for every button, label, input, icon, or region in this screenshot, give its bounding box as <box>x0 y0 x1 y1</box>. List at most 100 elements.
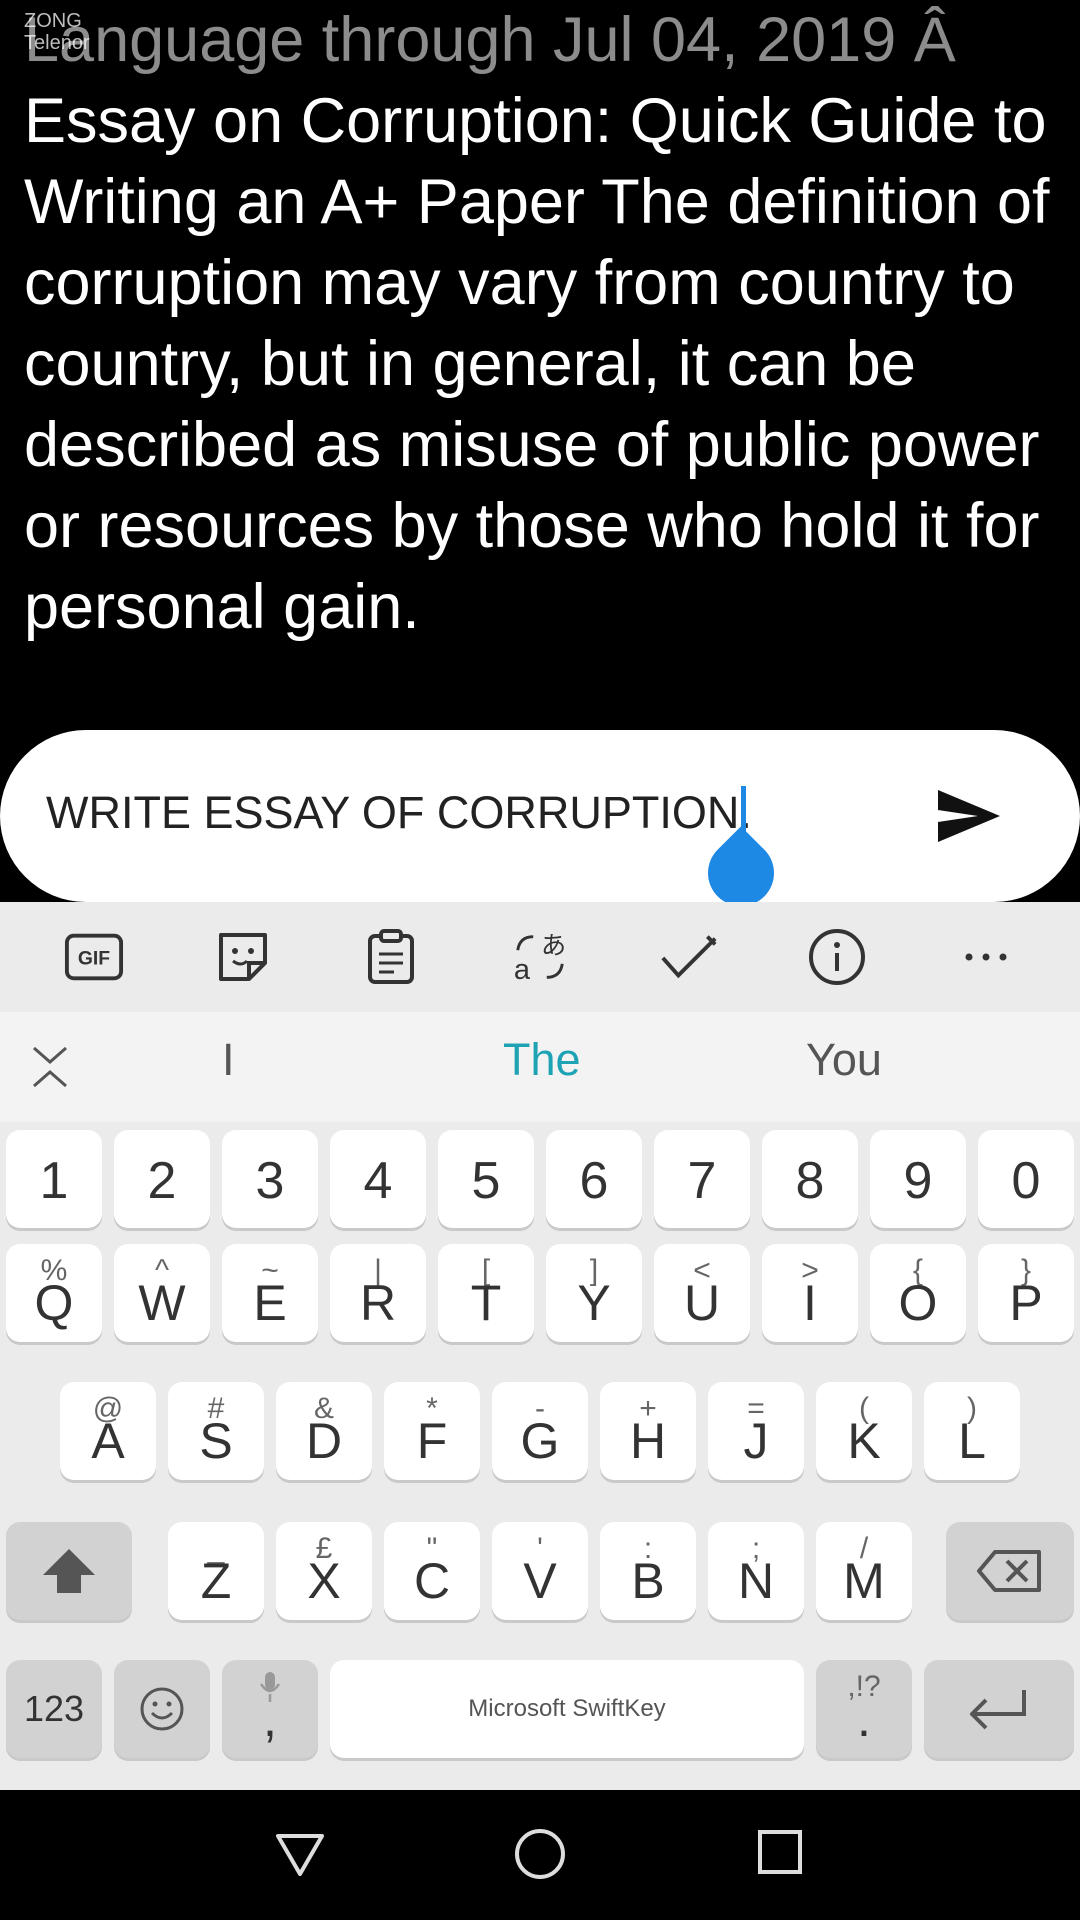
key-8[interactable]: 8 <box>762 1130 858 1228</box>
key-3[interactable]: 3 <box>222 1130 318 1228</box>
home-icon[interactable] <box>512 1826 568 1882</box>
key-label: 4 <box>363 1152 393 1210</box>
key-q[interactable]: % Q <box>6 1244 102 1342</box>
key-5[interactable]: 5 <box>438 1130 534 1228</box>
key-g[interactable]: -G <box>492 1382 588 1480</box>
key-label: L <box>958 1413 986 1469</box>
emoji-key[interactable] <box>114 1660 210 1758</box>
key-i[interactable]: > I <box>762 1244 858 1342</box>
key-c[interactable]: " C <box>384 1522 480 1620</box>
key-r[interactable]: | R <box>330 1244 426 1342</box>
key-n[interactable]: ; N <box>708 1522 804 1620</box>
key-l[interactable]: ) L <box>924 1382 1020 1480</box>
key-label: T <box>470 1275 502 1331</box>
key-2[interactable]: 2 <box>114 1130 210 1228</box>
key-label: 8 <box>795 1152 825 1210</box>
key-label: G <box>520 1413 560 1469</box>
key-label: 9 <box>903 1152 933 1210</box>
gif-icon: GIF <box>65 933 124 981</box>
sticker-button[interactable] <box>213 927 273 987</box>
back-icon[interactable] <box>272 1830 328 1880</box>
suggestion-3[interactable]: You <box>806 1034 882 1086</box>
key-label: C <box>413 1553 451 1609</box>
key-label: K <box>847 1413 881 1469</box>
key-label: 5 <box>471 1152 501 1210</box>
message-input-bubble[interactable]: WRITE ESSAY OF CORRUPTION. <box>0 730 1080 902</box>
keyboard-toolbar: GIF a あ <box>0 902 1080 1012</box>
key-label: A <box>91 1413 125 1469</box>
key-9[interactable]: 9 <box>870 1130 966 1228</box>
clipboard-button[interactable] <box>361 927 421 987</box>
response-text-body: Essay on Corruption: Quick Guide to Writ… <box>24 86 1050 642</box>
enter-key[interactable] <box>924 1660 1074 1758</box>
recents-icon[interactable] <box>756 1828 804 1876</box>
tasks-button[interactable] <box>659 927 719 987</box>
svg-text:a: a <box>514 954 531 986</box>
key-m[interactable]: / M <box>816 1522 912 1620</box>
checkmark-pen-icon <box>660 935 717 979</box>
key-label: R <box>359 1275 397 1331</box>
suggestion-1[interactable]: I <box>222 1034 235 1086</box>
info-icon <box>809 929 866 985</box>
key-6[interactable]: 6 <box>546 1130 642 1228</box>
key-label: X <box>307 1553 341 1609</box>
key-p[interactable]: } P <box>978 1244 1074 1342</box>
suggestion-2[interactable]: The <box>503 1034 581 1086</box>
key-t[interactable]: [T <box>438 1244 534 1342</box>
key-x[interactable]: £ X <box>276 1522 372 1620</box>
key-y[interactable]: ] Y <box>546 1244 642 1342</box>
key-label: O <box>898 1275 938 1331</box>
key-u[interactable]: < U <box>654 1244 750 1342</box>
response-text: Language through Jul 04, 2019 Â Essay on… <box>24 0 1064 648</box>
key-z[interactable]: _ Z <box>168 1522 264 1620</box>
keyboard: GIF a あ I The You 1 2 3 4 5 6 7 8 9 0 % … <box>0 902 1080 1790</box>
key-label: 123 <box>23 1688 85 1729</box>
key-label: Microsoft SwiftKey <box>468 1695 666 1722</box>
key-7[interactable]: 7 <box>654 1130 750 1228</box>
key-label: H <box>629 1413 667 1469</box>
key-label: F <box>416 1413 448 1469</box>
comma-key[interactable]: , <box>222 1660 318 1758</box>
shift-key[interactable] <box>6 1522 132 1620</box>
key-b[interactable]: :B <box>600 1522 696 1620</box>
microphone-icon <box>259 1672 281 1702</box>
info-button[interactable] <box>807 927 867 987</box>
key-label: . <box>857 1691 871 1747</box>
key-0[interactable]: 0 <box>978 1130 1074 1228</box>
sticker-icon <box>218 933 267 981</box>
gif-button[interactable]: GIF <box>64 927 124 987</box>
key-s[interactable]: # S <box>168 1382 264 1480</box>
key-label: J <box>743 1413 769 1469</box>
key-1[interactable]: 1 <box>6 1130 102 1228</box>
key-a[interactable]: @ A <box>60 1382 156 1480</box>
more-button[interactable] <box>956 927 1016 987</box>
backspace-key[interactable] <box>946 1522 1074 1620</box>
collapse-toolbar-icon[interactable] <box>30 1044 70 1090</box>
shift-icon <box>43 1549 95 1593</box>
enter-icon <box>970 1690 1026 1730</box>
key-h[interactable]: + H <box>600 1382 696 1480</box>
send-button[interactable] <box>934 786 1004 846</box>
key-e[interactable]: ~ E <box>222 1244 318 1342</box>
key-w[interactable]: ^ W <box>114 1244 210 1342</box>
key-label: 0 <box>1011 1152 1041 1210</box>
key-label: 6 <box>579 1152 609 1210</box>
key-o[interactable]: {O <box>870 1244 966 1342</box>
clipboard-icon <box>368 929 415 984</box>
period-key[interactable]: ,!?. <box>816 1660 912 1758</box>
numbers-toggle-key[interactable]: 123 <box>6 1660 102 1758</box>
key-d[interactable]: & D <box>276 1382 372 1480</box>
backspace-icon <box>977 1550 1041 1592</box>
key-v[interactable]: ' V <box>492 1522 588 1620</box>
key-4[interactable]: 4 <box>330 1130 426 1228</box>
key-k[interactable]: (K <box>816 1382 912 1480</box>
message-input[interactable]: WRITE ESSAY OF CORRUPTION. <box>46 778 752 848</box>
key-f[interactable]: * F <box>384 1382 480 1480</box>
key-j[interactable]: = J <box>708 1382 804 1480</box>
key-label: B <box>631 1553 665 1609</box>
space-key[interactable]: Microsoft SwiftKey <box>330 1660 804 1758</box>
key-label: 3 <box>255 1152 285 1210</box>
translate-button[interactable]: a あ <box>510 927 570 987</box>
key-label: N <box>737 1553 775 1609</box>
more-icon <box>965 953 1007 961</box>
